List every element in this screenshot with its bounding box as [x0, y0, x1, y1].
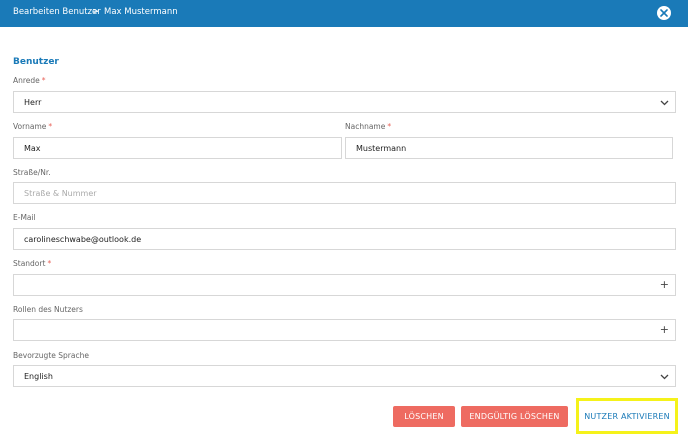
email-input[interactable]: carolineschwabe@outlook.de — [13, 228, 676, 250]
rollen-label: Rollen des Nutzers — [13, 305, 83, 314]
vorname-input[interactable]: Max — [13, 137, 342, 159]
plus-icon[interactable]: + — [660, 324, 669, 336]
anrede-label: Anrede * — [13, 76, 46, 85]
activate-user-button[interactable]: NUTZER AKTIVIEREN — [580, 406, 674, 427]
delete-button[interactable]: LÖSCHEN — [393, 406, 455, 427]
strasse-label: Straße/Nr. — [13, 168, 51, 177]
close-icon — [660, 9, 668, 17]
chevron-down-icon — [660, 374, 669, 380]
sprache-select[interactable]: English — [13, 365, 676, 387]
anrede-value: Herr — [24, 98, 42, 107]
header-bar: Bearbeiten Benutzer > Max Mustermann — [0, 0, 688, 27]
sprache-label: Bevorzugte Sprache — [13, 351, 89, 360]
required-marker: * — [47, 259, 52, 268]
anrede-select[interactable]: Herr — [13, 91, 676, 113]
close-button[interactable] — [657, 6, 671, 20]
vorname-value: Max — [24, 144, 41, 153]
vorname-label: Vorname * — [13, 122, 53, 131]
nachname-input[interactable]: Mustermann — [345, 137, 673, 159]
plus-icon[interactable]: + — [660, 279, 669, 291]
standort-label: Standort * — [13, 259, 52, 268]
email-label: E-Mail — [13, 213, 36, 222]
delete-permanently-button[interactable]: ENDGÜLTIG LÖSCHEN — [461, 406, 568, 427]
section-title: Benutzer — [13, 57, 59, 67]
breadcrumb-parent[interactable]: Bearbeiten Benutzer — [13, 7, 101, 17]
sprache-value: English — [24, 372, 53, 381]
standort-select[interactable]: + — [13, 274, 676, 296]
required-marker: * — [387, 122, 392, 131]
required-marker: * — [48, 122, 53, 131]
strasse-placeholder: Straße & Nummer — [24, 189, 97, 198]
breadcrumb-current: Max Mustermann — [104, 7, 178, 17]
chevron-down-icon — [660, 100, 669, 106]
rollen-select[interactable]: + — [13, 319, 676, 341]
breadcrumb-separator: > — [92, 7, 100, 17]
nachname-value: Mustermann — [356, 144, 407, 153]
strasse-input[interactable]: Straße & Nummer — [13, 182, 676, 204]
required-marker: * — [41, 76, 46, 85]
email-value: carolineschwabe@outlook.de — [24, 235, 142, 244]
nachname-label: Nachname * — [345, 122, 392, 131]
